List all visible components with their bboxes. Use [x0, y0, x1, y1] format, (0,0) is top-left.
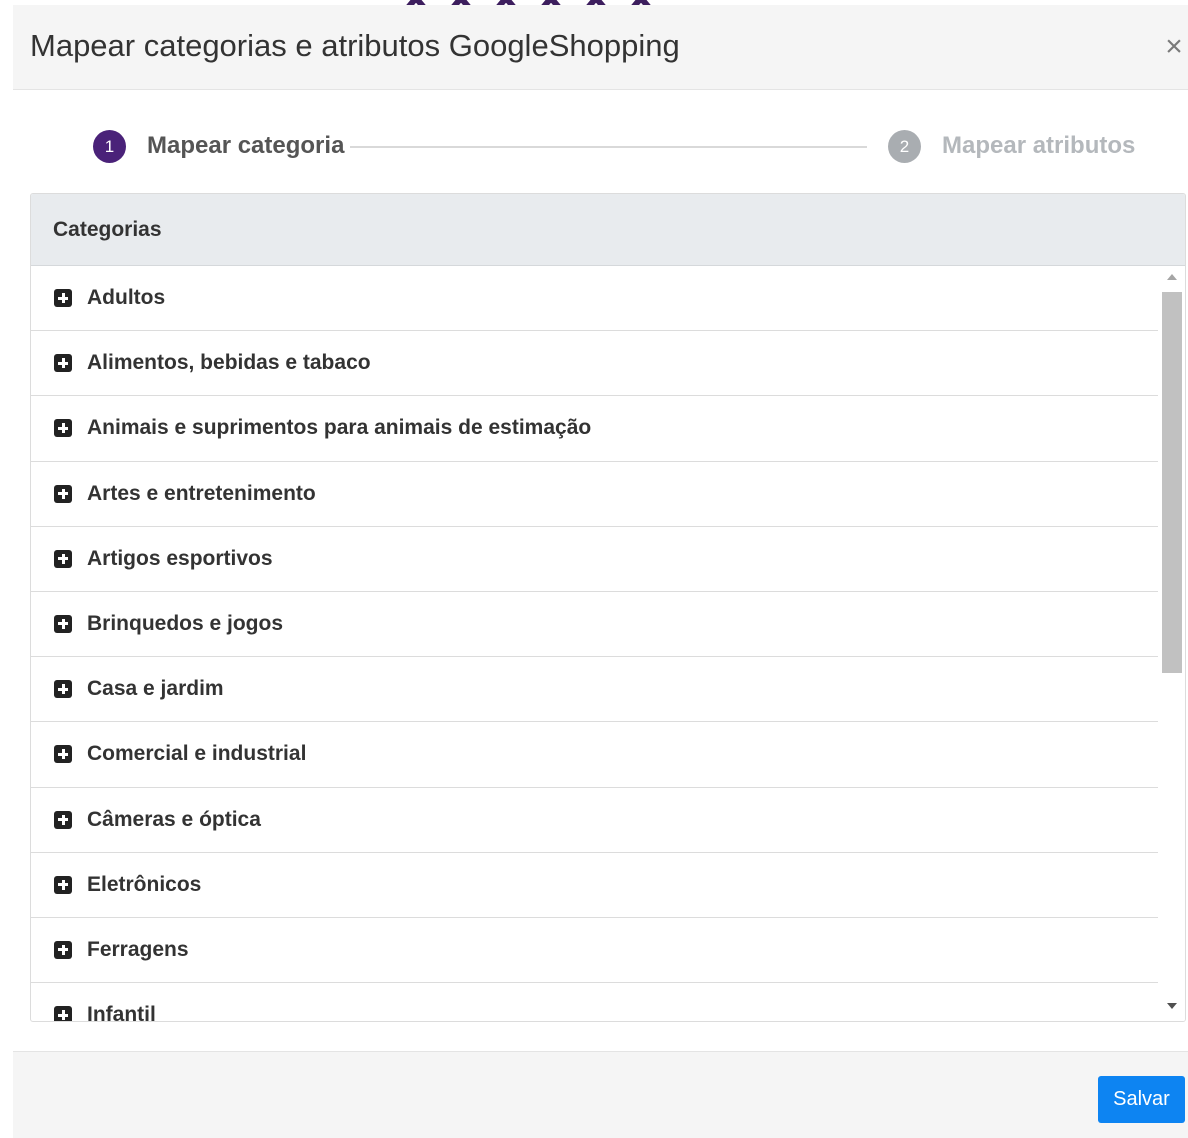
- category-label: Adultos: [87, 286, 166, 309]
- category-item[interactable]: Brinquedos e jogos: [31, 592, 1158, 658]
- categories-panel: Categorias Adultos Alimentos, bebidas e …: [30, 193, 1186, 1022]
- category-label: Comercial e industrial: [87, 742, 307, 766]
- modal-header: Mapear categorias e atributos GoogleShop…: [13, 5, 1188, 90]
- plus-square-icon[interactable]: [54, 419, 72, 438]
- category-item[interactable]: Artigos esportivos: [31, 527, 1158, 592]
- plus-square-icon[interactable]: [54, 940, 72, 959]
- category-list: Adultos Alimentos, bebidas e tabaco Anim…: [31, 266, 1158, 1021]
- category-label: Alimentos, bebidas e tabaco: [87, 351, 371, 375]
- modal-dialog: Mapear categorias e atributos GoogleShop…: [13, 5, 1188, 1138]
- category-label: Animais e suprimentos para animais de es…: [87, 416, 592, 440]
- plus-square-icon[interactable]: [54, 1006, 72, 1021]
- close-icon[interactable]: ×: [1161, 31, 1187, 63]
- modal-title: Mapear categorias e atributos GoogleShop…: [30, 28, 680, 63]
- modal-footer: Salvar: [13, 1051, 1188, 1138]
- step-connector: [350, 146, 867, 148]
- category-label: Casa e jardim: [87, 677, 224, 701]
- plus-square-icon[interactable]: [54, 875, 72, 894]
- plus-square-icon[interactable]: [54, 354, 72, 373]
- category-label: Câmeras e óptica: [87, 807, 261, 831]
- category-label: Infantil: [87, 1003, 156, 1021]
- category-label: Eletrônicos: [87, 872, 202, 896]
- categories-scroll-area[interactable]: Adultos Alimentos, bebidas e tabaco Anim…: [31, 266, 1185, 1021]
- plus-square-icon[interactable]: [54, 614, 72, 633]
- save-button[interactable]: Salvar: [1098, 1076, 1185, 1123]
- category-item[interactable]: Infantil: [31, 983, 1158, 1021]
- category-label: Artes e entretenimento: [87, 481, 316, 505]
- category-item[interactable]: Comercial e industrial: [31, 722, 1158, 788]
- category-item[interactable]: Animais e suprimentos para animais de es…: [31, 396, 1158, 462]
- category-item[interactable]: Eletrônicos: [31, 853, 1158, 918]
- plus-square-icon[interactable]: [54, 289, 72, 307]
- step-2-badge[interactable]: 2: [888, 130, 921, 163]
- category-label: Ferragens: [87, 937, 189, 961]
- category-item[interactable]: Alimentos, bebidas e tabaco: [31, 331, 1158, 397]
- category-item[interactable]: Ferragens: [31, 918, 1158, 984]
- category-label: Brinquedos e jogos: [87, 611, 284, 635]
- categories-heading: Categorias: [53, 218, 162, 241]
- scrollbar-thumb[interactable]: [1162, 292, 1182, 673]
- categories-panel-header: Categorias: [31, 194, 1185, 266]
- plus-square-icon[interactable]: [54, 745, 72, 764]
- plus-square-icon[interactable]: [54, 680, 72, 699]
- category-item[interactable]: Adultos: [31, 266, 1158, 332]
- scroll-down-arrow-icon[interactable]: [1167, 1003, 1177, 1009]
- category-label: Artigos esportivos: [87, 546, 273, 570]
- step-1-label[interactable]: Mapear categoria: [147, 130, 344, 162]
- plus-square-icon[interactable]: [54, 484, 72, 503]
- step-1-badge[interactable]: 1: [93, 130, 126, 163]
- stepper: 1 Mapear categoria 2 Mapear atributos: [13, 119, 1188, 163]
- step-2-label[interactable]: Mapear atributos: [942, 130, 1135, 162]
- category-item[interactable]: Câmeras e óptica: [31, 788, 1158, 853]
- category-item[interactable]: Artes e entretenimento: [31, 462, 1158, 527]
- scroll-up-arrow-icon[interactable]: [1167, 274, 1177, 280]
- plus-square-icon[interactable]: [54, 810, 72, 829]
- vertical-scrollbar[interactable]: [1159, 266, 1185, 1021]
- category-item[interactable]: Casa e jardim: [31, 657, 1158, 723]
- plus-square-icon[interactable]: [54, 549, 72, 568]
